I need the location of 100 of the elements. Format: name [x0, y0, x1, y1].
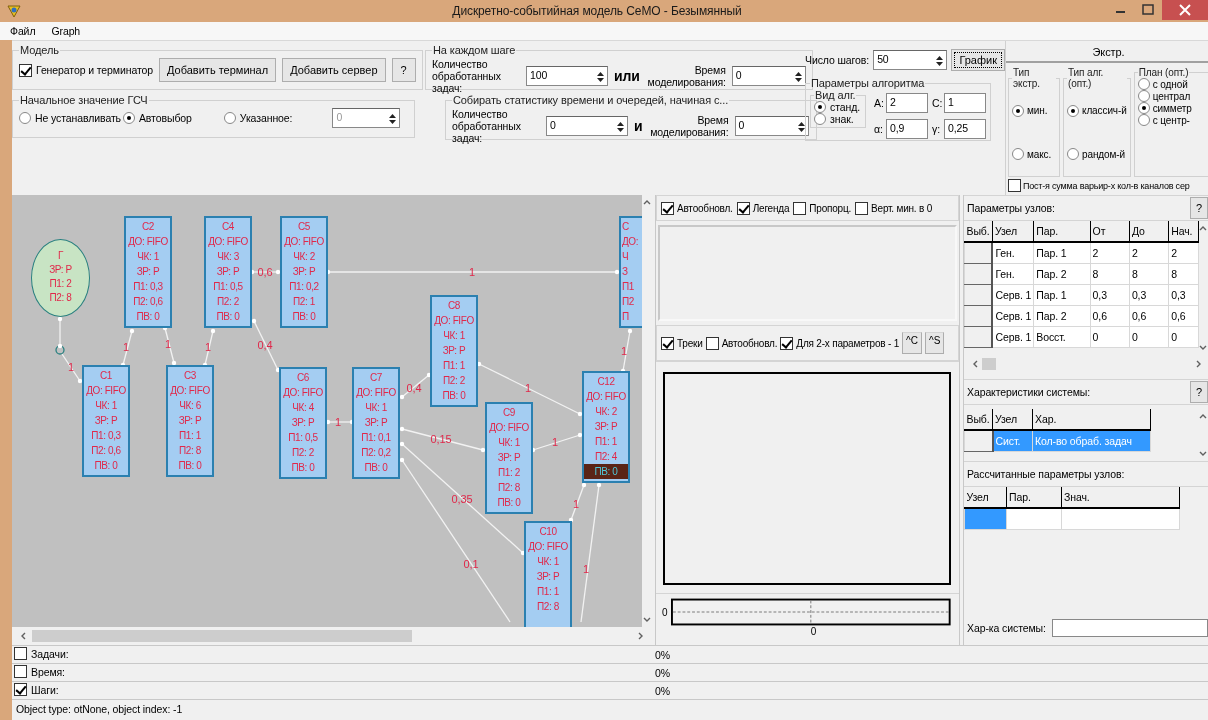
- checkbox-label: Задачи:: [31, 647, 69, 660]
- number-field[interactable]: 0: [731, 66, 806, 86]
- menu-item[interactable]: Graph: [49, 24, 83, 38]
- progress-value: 0%: [655, 684, 670, 697]
- radio-label: Не устанавливать: [35, 112, 121, 124]
- column-header[interactable]: Узел: [992, 221, 1034, 242]
- add-server-button[interactable]: Добавить сервер: [282, 58, 386, 82]
- group-title: Тип экстр.: [1012, 67, 1041, 89]
- spin-arrows-icon[interactable]: [793, 70, 803, 84]
- scrollbar-thumb[interactable]: [982, 358, 996, 370]
- checkbox[interactable]: [780, 336, 794, 350]
- scroll-up-icon[interactable]: [643, 199, 651, 207]
- radio-button[interactable]: [1137, 114, 1150, 126]
- scroll-right-icon[interactable]: [636, 631, 644, 640]
- edge-label: 0,1: [463, 558, 479, 570]
- add-terminal-button[interactable]: Добавить терминал: [159, 58, 277, 82]
- checkbox[interactable]: [14, 665, 27, 678]
- number-field[interactable]: 0: [734, 116, 809, 136]
- edge-label: 1: [469, 266, 475, 278]
- row-header-cell[interactable]: [964, 305, 993, 326]
- field-label: C:: [932, 97, 942, 109]
- scroll-down-icon[interactable]: [643, 615, 651, 623]
- radio-button[interactable]: [1012, 104, 1024, 117]
- help-button[interactable]: ?: [1189, 381, 1208, 403]
- radio-button[interactable]: [1067, 148, 1079, 161]
- spin-arrows-icon[interactable]: [616, 120, 625, 134]
- conjunction-label: или: [614, 68, 640, 84]
- radio-button[interactable]: [1067, 104, 1079, 117]
- scroll-down-icon[interactable]: [1199, 343, 1208, 351]
- number-field[interactable]: 100: [526, 66, 608, 86]
- checkbox[interactable]: [736, 201, 750, 215]
- checkbox[interactable]: [855, 201, 869, 215]
- radio-label: централ: [1152, 90, 1191, 102]
- scroll-left-icon[interactable]: [972, 360, 980, 368]
- spin-arrows-icon[interactable]: [596, 70, 605, 84]
- radio-button[interactable]: [1137, 90, 1150, 102]
- checkbox-label: Треки: [677, 337, 703, 349]
- number-field[interactable]: 50: [873, 50, 948, 70]
- column-header[interactable]: Узел: [964, 487, 1007, 508]
- row-header-cell[interactable]: [964, 284, 993, 305]
- row-header-cell[interactable]: [964, 326, 993, 347]
- text-field[interactable]: 2: [886, 93, 928, 113]
- checkbox[interactable]: [19, 63, 32, 77]
- checkbox[interactable]: [793, 201, 807, 215]
- column-header[interactable]: Нач.: [1168, 221, 1199, 242]
- checkbox[interactable]: [14, 683, 27, 696]
- row-header-cell[interactable]: [964, 263, 993, 284]
- checkbox[interactable]: [1008, 179, 1021, 192]
- scroll-up-icon[interactable]: [1199, 413, 1207, 421]
- column-header[interactable]: Узел: [992, 409, 1033, 430]
- close-icon[interactable]: [1162, 0, 1208, 20]
- column-header[interactable]: До: [1129, 221, 1169, 242]
- chart-button[interactable]: График: [951, 49, 1005, 71]
- chart-tool-button[interactable]: ^C: [902, 332, 922, 354]
- group-title: Тип алг. (опт.): [1067, 67, 1105, 89]
- column-header[interactable]: Пар.: [1006, 487, 1062, 508]
- number-field[interactable]: 0: [546, 116, 628, 136]
- radio-label: знак.: [830, 113, 854, 125]
- help-button[interactable]: ?: [1189, 197, 1208, 219]
- radio-button[interactable]: [814, 113, 826, 125]
- row-header-cell[interactable]: [964, 430, 993, 451]
- edge-label: 0,4: [257, 339, 273, 351]
- spin-arrows-icon[interactable]: [935, 54, 945, 68]
- edge-label: 1: [573, 498, 579, 510]
- column-header[interactable]: Знач.: [1061, 487, 1180, 508]
- help-button[interactable]: ?: [391, 58, 416, 82]
- radio-button[interactable]: [1137, 78, 1150, 90]
- chart-tool-button[interactable]: ^S: [925, 332, 945, 354]
- scroll-down-icon[interactable]: [1199, 449, 1207, 457]
- field-label: α:: [874, 123, 884, 135]
- column-header[interactable]: Выб.: [964, 409, 993, 430]
- checkbox[interactable]: [705, 336, 719, 350]
- column-header[interactable]: От: [1090, 221, 1130, 242]
- column-header[interactable]: Хар.: [1032, 409, 1151, 430]
- text-field[interactable]: 1: [944, 93, 986, 113]
- edge-label: 1: [621, 345, 627, 357]
- column-header[interactable]: Пар.: [1033, 221, 1091, 242]
- column-header[interactable]: Выб.: [964, 221, 993, 242]
- radio-label: рандом-й: [1082, 148, 1126, 160]
- node-label: С10 ДО: FIFO ЧК: 1 ЗР: Р П1: 1 П2: 8: [527, 525, 569, 614]
- radio-button[interactable]: [1012, 148, 1024, 161]
- scroll-right-icon[interactable]: [1194, 360, 1202, 368]
- text-field[interactable]: [1051, 619, 1208, 637]
- radio-button[interactable]: [1137, 102, 1150, 114]
- spin-arrows-icon[interactable]: [796, 120, 806, 134]
- radio-button[interactable]: [814, 101, 826, 113]
- server-node[interactable]: С12 ДО: FIFO ЧК: 2 ЗР: Р П1: 1 П2: 4 ПВ: 0: [582, 371, 630, 483]
- scrollbar-thumb[interactable]: [32, 629, 412, 642]
- checkbox[interactable]: [661, 201, 674, 215]
- scroll-up-icon[interactable]: [1199, 225, 1208, 233]
- row-header-cell[interactable]: [964, 242, 993, 263]
- menu-item[interactable]: Файл: [8, 24, 38, 38]
- text-field[interactable]: 0,25: [944, 119, 986, 139]
- section-title: Рассчитанные параметры узлов:: [967, 468, 1125, 480]
- checkbox[interactable]: [14, 647, 27, 660]
- edge-label: 1: [525, 382, 531, 394]
- checkbox[interactable]: [661, 336, 674, 350]
- text-field[interactable]: 0,9: [886, 119, 928, 139]
- scroll-left-icon[interactable]: [20, 631, 28, 640]
- conjunction-label: и: [634, 118, 643, 134]
